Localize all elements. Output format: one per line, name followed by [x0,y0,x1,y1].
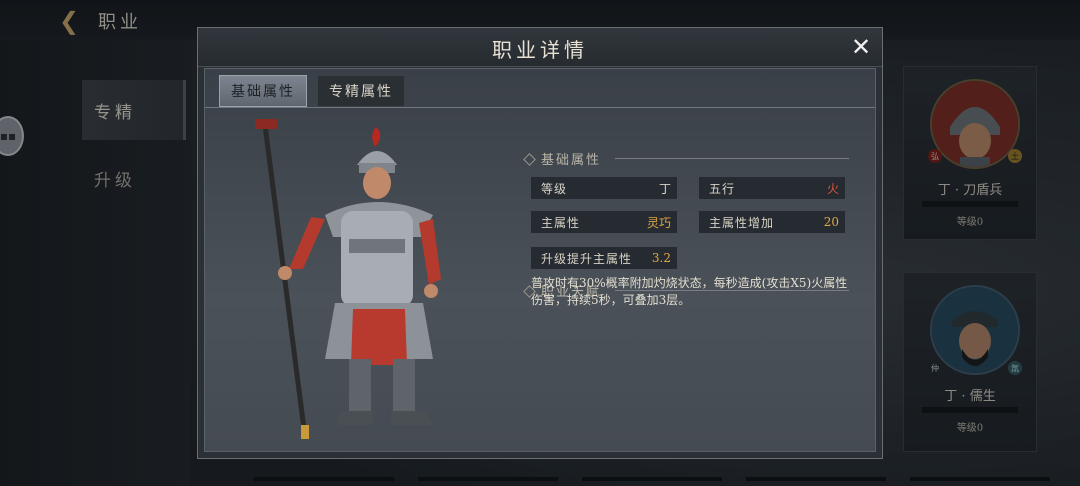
attr-label: 五行 [709,181,736,196]
basic-attributes-title: 基础属性 [541,153,602,168]
attr-label: 升级提升主属性 [541,251,633,266]
dialog-content: 基础属性 专精属性 基础属性 等级 丁 五行 火 主属性 灵巧 主属性增加 20… [204,68,876,452]
attr-label: 等级 [541,181,568,196]
attr-label: 主属性增加 [709,215,775,230]
section-diamond-icon [523,153,536,166]
attr-value: 灵巧 [646,215,671,230]
attr-value: 20 [823,215,839,229]
dialog-title: 职业详情 [492,38,588,62]
close-icon[interactable]: ✕ [848,33,874,61]
character-figure [245,119,485,439]
talent-description: 普攻时有30%概率附加灼烧状态，每秒造成(攻击X5)火属性伤害，持续5秒，可叠加… [531,276,848,307]
attr-label: 主属性 [541,215,581,230]
dialog-header: 职业详情 ✕ [198,28,882,67]
section-divider [615,158,849,159]
attr-value: 丁 [658,181,671,196]
attr-value: 火 [826,181,839,196]
class-detail-dialog: 职业详情 ✕ 基础属性 专精属性 基础属性 等级 丁 五行 火 主属性 灵巧 主… [197,27,883,459]
attr-main-stat-bonus: 主属性增加 20 [699,211,845,233]
tab-label: 基础属性 [231,84,295,100]
attr-level: 等级 丁 [531,177,677,199]
attr-upgrade-main-stat: 升级提升主属性 3.2 [531,247,677,269]
attr-five-elements: 五行 火 [699,177,845,199]
tab-underline [205,107,875,108]
tab-basic-attributes[interactable]: 基础属性 [219,75,307,107]
attr-value: 3.2 [651,251,671,265]
attr-main-stat: 主属性 灵巧 [531,211,677,233]
tab-label: 专精属性 [329,84,393,100]
tab-specialization-attributes[interactable]: 专精属性 [317,75,405,107]
